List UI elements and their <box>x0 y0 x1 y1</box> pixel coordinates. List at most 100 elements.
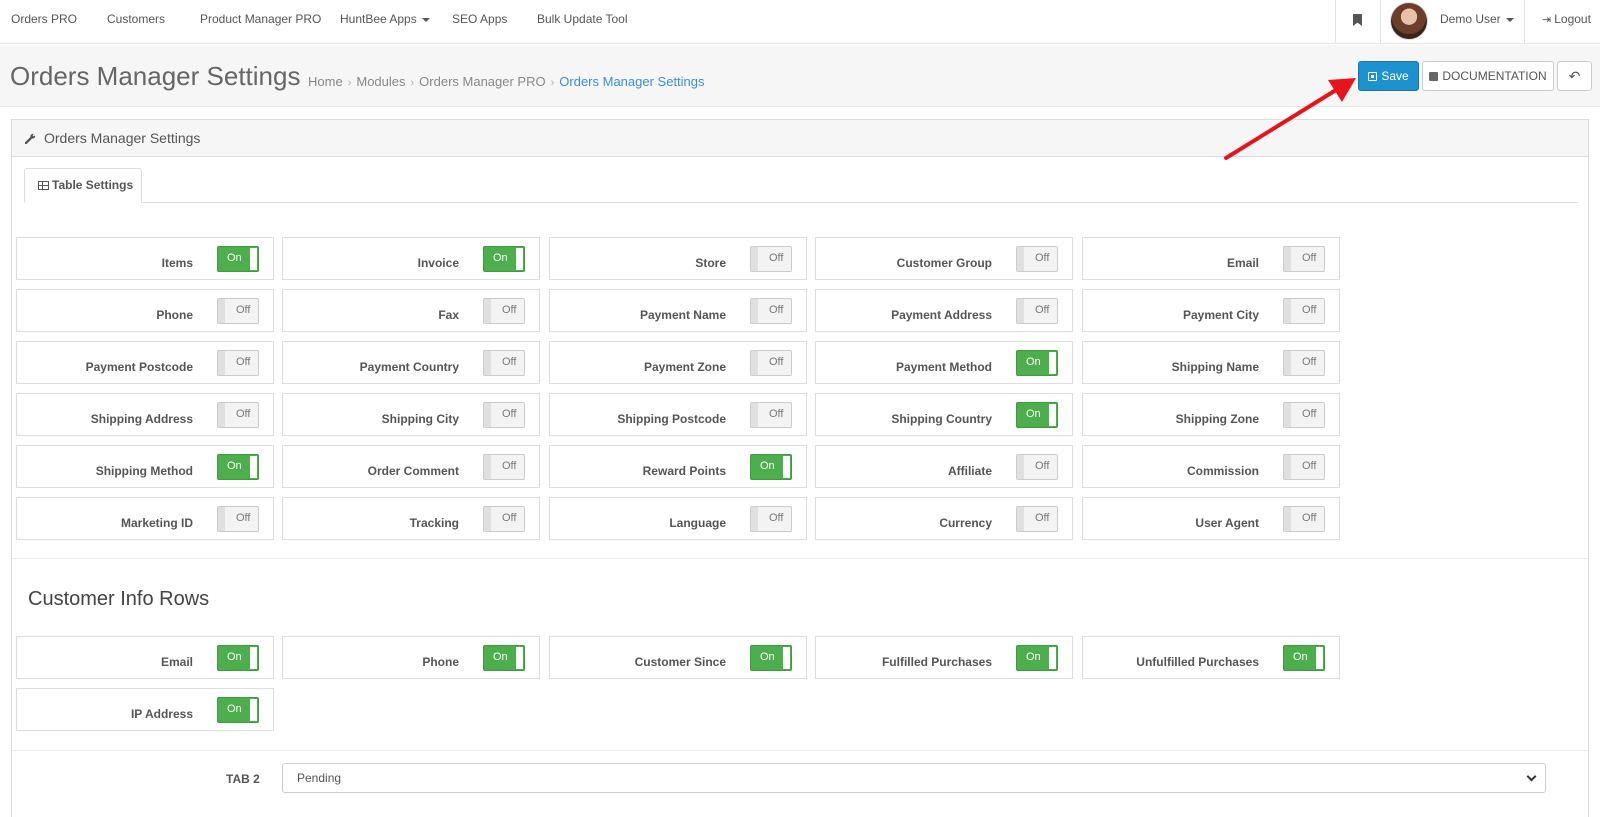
payment-address-toggle[interactable]: Off <box>1016 298 1058 324</box>
payment-city-toggle[interactable]: Off <box>1283 298 1325 324</box>
customer-since-toggle[interactable]: On <box>750 645 792 671</box>
sign-out-icon: ⇥ <box>1542 14 1552 26</box>
setting-label: Commission <box>1186 464 1259 478</box>
setting-label: Fax <box>438 308 459 322</box>
phone-toggle[interactable]: Off <box>217 298 259 324</box>
panel-title: Orders Manager Settings <box>44 130 201 146</box>
toggle-state-text: Off <box>1035 460 1050 472</box>
shipping-name-toggle[interactable]: Off <box>1283 350 1325 376</box>
ip-address-toggle[interactable]: On <box>217 697 259 723</box>
toggle-state-text: Off <box>769 304 784 316</box>
toggle-state-text: Off <box>1035 512 1050 524</box>
commission-toggle[interactable]: Off <box>1283 454 1325 480</box>
customer-row-unfulfilled-purchases: Unfulfilled Purchases On <box>1082 636 1340 679</box>
tab-table-settings[interactable]: Table Settings <box>24 168 142 203</box>
fulfilled-purchases-toggle[interactable]: On <box>1016 645 1058 671</box>
setting-payment-postcode: Payment Postcode Off <box>16 341 274 384</box>
tabs-baseline <box>24 202 1578 203</box>
setting-user-agent: User Agent Off <box>1082 497 1340 540</box>
back-button[interactable]: ↶ <box>1557 61 1592 91</box>
customer-row-label: Fulfilled Purchases <box>881 655 992 669</box>
logout-link[interactable]: ⇥ Logout <box>1542 0 1591 44</box>
logout-label: Logout <box>1554 12 1591 26</box>
phone-toggle[interactable]: On <box>483 645 525 671</box>
setting-phone: Phone Off <box>16 289 274 332</box>
setting-payment-name: Payment Name Off <box>549 289 807 332</box>
reward-points-toggle[interactable]: On <box>750 454 792 480</box>
nav-customers[interactable]: Customers <box>107 0 165 44</box>
toggle-state-text: Off <box>1302 512 1317 524</box>
nav-huntbee-apps[interactable]: HuntBee Apps <box>340 0 430 44</box>
nav-orders-pro[interactable]: Orders PRO <box>11 0 77 44</box>
page-header: Orders Manager Settings Home › Modules › Ord… <box>0 45 1600 107</box>
toggle-state-text: On <box>227 651 242 663</box>
setting-payment-method: Payment Method On <box>815 341 1073 384</box>
toggle-state-text: Off <box>502 460 517 472</box>
payment-method-toggle[interactable]: On <box>1016 350 1058 376</box>
divider <box>12 750 1588 751</box>
marketing-id-toggle[interactable]: Off <box>217 506 259 532</box>
shipping-country-toggle[interactable]: On <box>1016 402 1058 428</box>
affiliate-toggle[interactable]: Off <box>1016 454 1058 480</box>
payment-postcode-toggle[interactable]: Off <box>217 350 259 376</box>
toggle-state-text: Off <box>1302 460 1317 472</box>
email-toggle[interactable]: Off <box>1283 246 1325 272</box>
user-agent-toggle[interactable]: Off <box>1283 506 1325 532</box>
payment-zone-toggle[interactable]: Off <box>750 350 792 376</box>
items-toggle[interactable]: On <box>217 246 259 272</box>
customer-row-fulfilled-purchases: Fulfilled Purchases On <box>815 636 1073 679</box>
user-menu[interactable]: Demo User <box>1440 0 1514 44</box>
page-title: Orders Manager Settings <box>10 61 301 91</box>
email-toggle[interactable]: On <box>217 645 259 671</box>
setting-reward-points: Reward Points On <box>549 445 807 488</box>
breadcrumb-orders-manager-pro[interactable]: Orders Manager PRO <box>419 74 545 89</box>
shipping-postcode-toggle[interactable]: Off <box>750 402 792 428</box>
fax-toggle[interactable]: Off <box>483 298 525 324</box>
toggle-state-text: Off <box>236 408 251 420</box>
store-toggle[interactable]: Off <box>750 246 792 272</box>
setting-label: Shipping Name <box>1171 360 1259 374</box>
shipping-city-toggle[interactable]: Off <box>483 402 525 428</box>
currency-toggle[interactable]: Off <box>1016 506 1058 532</box>
nav-product-manager-pro[interactable]: Product Manager PRO <box>200 0 321 44</box>
setting-label: Payment Method <box>895 360 992 374</box>
payment-name-toggle[interactable]: Off <box>750 298 792 324</box>
customer-row-ip-address: IP Address On <box>16 688 274 731</box>
shipping-zone-toggle[interactable]: Off <box>1283 402 1325 428</box>
language-toggle[interactable]: Off <box>750 506 792 532</box>
shipping-method-toggle[interactable]: On <box>217 454 259 480</box>
invoice-toggle[interactable]: On <box>483 246 525 272</box>
payment-country-toggle[interactable]: Off <box>483 350 525 376</box>
setting-email: Email Off <box>1082 237 1340 280</box>
tab2-select[interactable]: Pending <box>282 763 1546 793</box>
setting-label: Payment Country <box>359 360 459 374</box>
documentation-button[interactable]: DOCUMENTATION <box>1422 61 1554 91</box>
save-button[interactable]: Save <box>1358 61 1419 91</box>
avatar[interactable] <box>1390 2 1428 40</box>
order-comment-toggle[interactable]: Off <box>483 454 525 480</box>
shipping-address-toggle[interactable]: Off <box>217 402 259 428</box>
setting-label: Shipping Address <box>90 412 193 426</box>
breadcrumb-modules[interactable]: Modules <box>356 74 405 89</box>
toggle-state-text: Off <box>769 252 784 264</box>
breadcrumb-current[interactable]: Orders Manager Settings <box>559 74 704 89</box>
toggle-state-text: Off <box>1302 252 1317 264</box>
bookmark-icon[interactable] <box>1353 14 1362 26</box>
breadcrumb-separator: › <box>550 77 555 89</box>
setting-label: Shipping Postcode <box>617 412 726 426</box>
setting-shipping-name: Shipping Name Off <box>1082 341 1340 384</box>
nav-bulk-update-tool[interactable]: Bulk Update Tool <box>537 0 628 44</box>
breadcrumb-home[interactable]: Home <box>308 74 343 89</box>
setting-label: Customer Group <box>896 256 992 270</box>
setting-label: Marketing ID <box>120 516 193 530</box>
customer-row-label: Phone <box>422 655 459 669</box>
toggle-state-text: Off <box>502 304 517 316</box>
unfulfilled-purchases-toggle[interactable]: On <box>1283 645 1325 671</box>
chevron-down-icon <box>1526 771 1537 782</box>
customer-info-heading: Customer Info Rows <box>28 588 210 610</box>
customer-group-toggle[interactable]: Off <box>1016 246 1058 272</box>
customer-row-label: Email <box>160 655 193 669</box>
tracking-toggle[interactable]: Off <box>483 506 525 532</box>
nav-seo-apps[interactable]: SEO Apps <box>452 0 507 44</box>
toggle-state-text: Off <box>502 512 517 524</box>
